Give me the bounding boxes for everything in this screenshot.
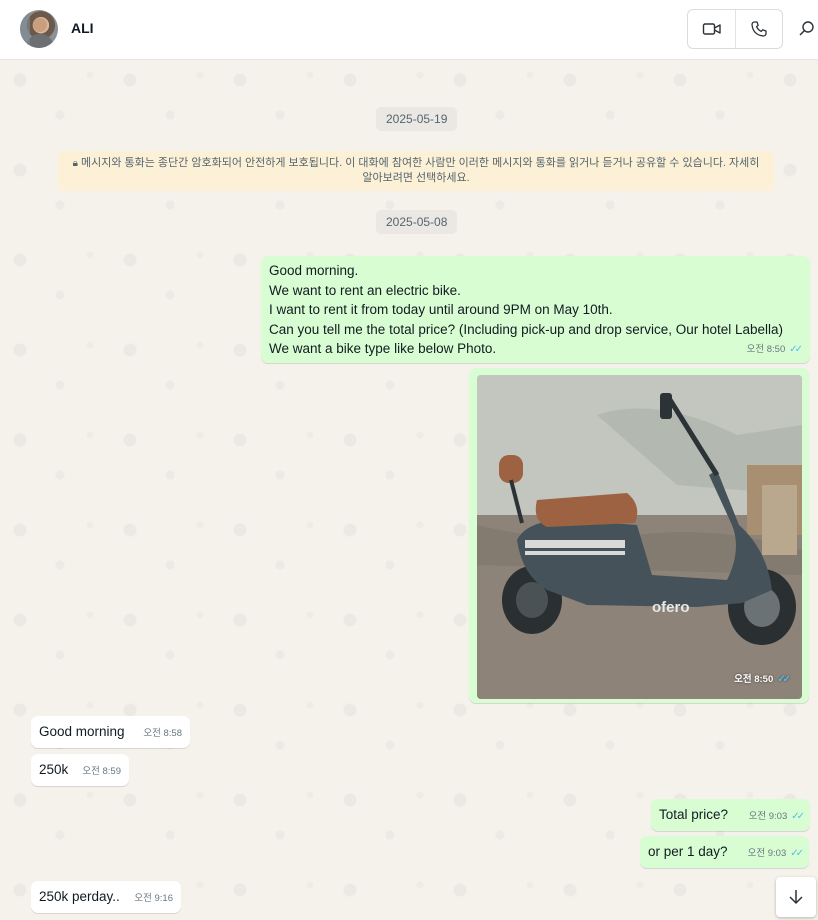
message-time: 오전 9:03 xyxy=(748,810,788,822)
message-bubble-outgoing[interactable]: Good morning. We want to rent an electri… xyxy=(261,256,810,363)
chat-area[interactable]: 2025-05-19 🔒︎ 메시지와 통화는 종단간 암호화되어 안전하게 보호… xyxy=(0,60,818,920)
contact-name[interactable]: ALI xyxy=(71,20,94,36)
message-meta: 오전 9:03 ✓✓ xyxy=(747,844,804,864)
scroll-to-bottom-button[interactable] xyxy=(776,877,816,917)
lock-icon: 🔒︎ xyxy=(72,158,78,169)
message-time: 오전 8:50 xyxy=(734,673,774,685)
date-separator: 2025-05-08 xyxy=(376,210,458,234)
message-time: 오전 9:03 xyxy=(747,847,787,859)
scooter-brand-text: ofero xyxy=(652,599,690,616)
message-text: Good morning xyxy=(39,724,125,739)
message-time: 오전 8:50 xyxy=(746,343,786,355)
call-button-group xyxy=(687,9,783,49)
voice-call-button[interactable] xyxy=(735,10,782,48)
read-receipt-icon: ✓✓ xyxy=(790,847,804,859)
message-bubble-outgoing[interactable]: Total price? 오전 9:03 ✓✓ xyxy=(651,799,810,831)
video-camera-icon xyxy=(702,23,721,35)
read-receipt-icon: ✓✓ xyxy=(789,343,803,355)
message-time: 오전 8:59 xyxy=(82,765,121,777)
message-text: 250k xyxy=(39,762,69,777)
scooter-photo[interactable]: ofero 오전 8:50 ✓✓ xyxy=(477,375,802,699)
search-icon xyxy=(799,21,814,36)
message-time: 오전 8:58 xyxy=(143,727,182,739)
message-bubble-incoming[interactable]: 250k perday.. 오전 9:16 xyxy=(31,881,181,913)
encryption-notice[interactable]: 🔒︎ 메시지와 통화는 종단간 암호화되어 안전하게 보호됩니다. 이 대화에 … xyxy=(58,151,774,191)
image-message-bubble[interactable]: ofero 오전 8:50 ✓✓ xyxy=(469,368,809,703)
arrow-down-icon xyxy=(789,890,803,905)
image-message-meta: 오전 8:50 ✓✓ xyxy=(734,670,791,690)
phone-icon xyxy=(750,21,767,37)
date-separator: 2025-05-19 xyxy=(376,107,458,131)
avatar-photo xyxy=(20,10,54,48)
message-bubble-incoming[interactable]: Good morning 오전 8:58 xyxy=(31,716,190,748)
message-time: 오전 9:16 xyxy=(134,892,173,904)
scooter-image: ofero xyxy=(477,375,802,699)
message-bubble-incoming[interactable]: 250k 오전 8:59 xyxy=(31,754,129,786)
video-call-button[interactable] xyxy=(688,10,736,48)
read-receipt-icon: ✓✓ xyxy=(777,673,791,685)
contact-avatar[interactable] xyxy=(20,10,58,48)
encryption-notice-text: 메시지와 통화는 종단간 암호화되어 안전하게 보호됩니다. 이 대화에 참여한… xyxy=(80,157,760,184)
message-text: Total price? xyxy=(659,807,729,822)
read-receipt-icon: ✓✓ xyxy=(791,810,805,822)
message-text: Good morning. We want to rent an electri… xyxy=(269,263,784,356)
message-bubble-outgoing[interactable]: or per 1 day? 오전 9:03 ✓✓ xyxy=(640,836,809,868)
chat-header: ALI xyxy=(0,0,818,60)
message-meta: 오전 9:03 ✓✓ xyxy=(748,807,805,827)
message-meta: 오전 8:50 ✓✓ xyxy=(746,340,803,360)
message-text: or per 1 day? xyxy=(648,844,728,859)
search-button[interactable] xyxy=(797,18,817,40)
message-text: 250k perday.. xyxy=(39,889,120,904)
